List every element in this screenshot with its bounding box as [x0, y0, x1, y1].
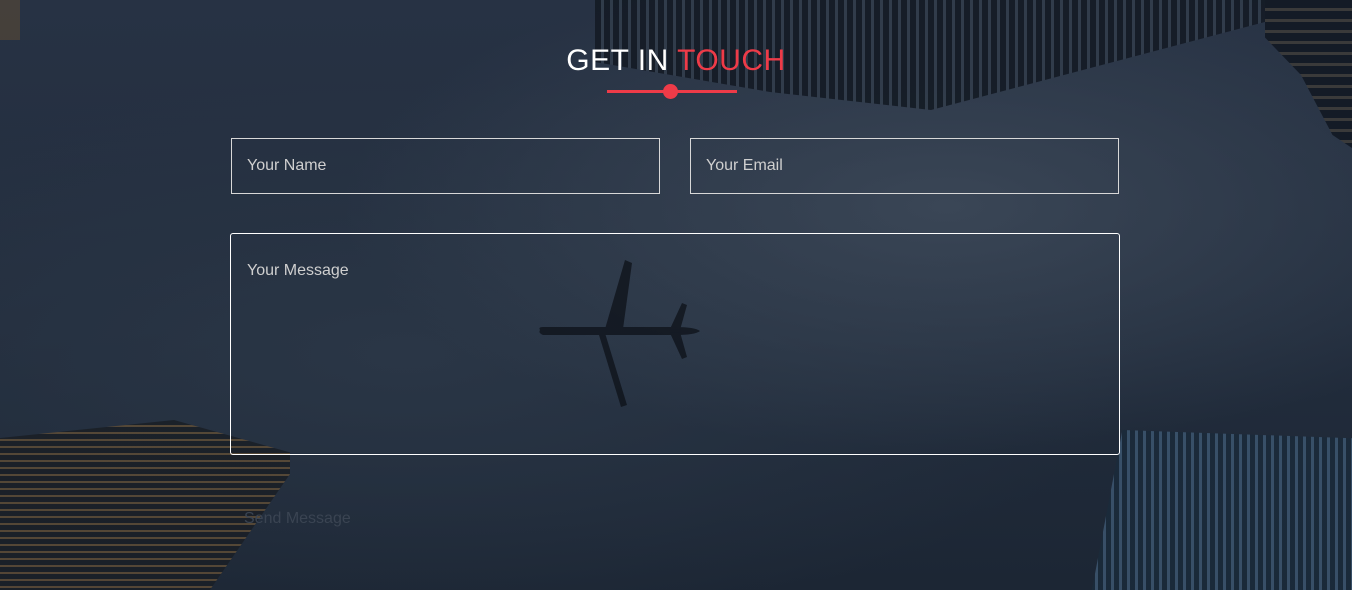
name-input[interactable]	[231, 138, 660, 194]
building-bottom-right	[1090, 430, 1352, 590]
send-message-button[interactable]: Send Message	[244, 510, 351, 528]
divider-dot	[663, 84, 678, 99]
page-title: GET IN TOUCH	[0, 44, 1352, 78]
building-edge	[0, 0, 20, 40]
title-text: GET IN	[566, 44, 678, 77]
title-divider	[607, 84, 737, 99]
email-input[interactable]	[690, 138, 1119, 194]
title-accent-text: TOUCH	[677, 44, 786, 77]
message-textarea[interactable]	[230, 233, 1120, 455]
